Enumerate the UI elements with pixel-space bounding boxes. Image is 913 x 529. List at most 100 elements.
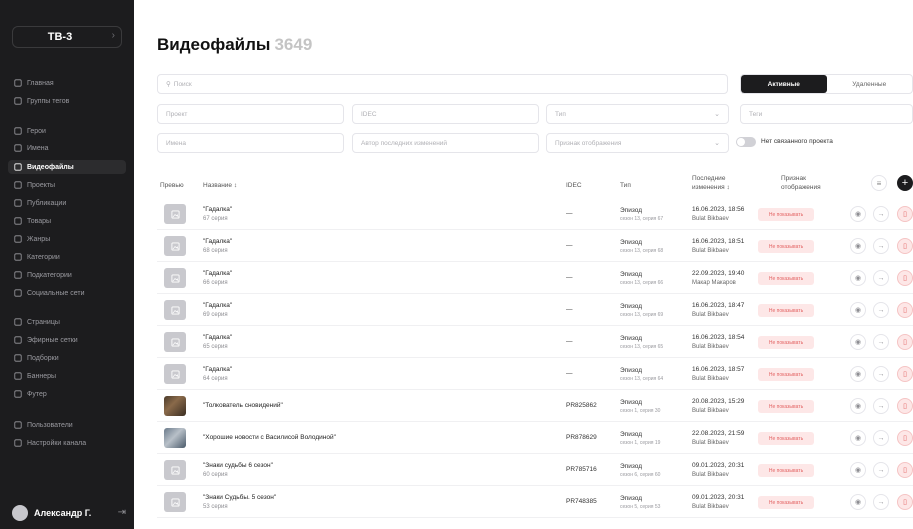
sidebar-item[interactable]: Публикации <box>8 196 126 210</box>
video-icon <box>14 163 22 171</box>
table-row[interactable]: "Знаки судьбы 6 сезон" 60 серия PR785716 Эп… <box>157 454 913 486</box>
preview-button[interactable]: ◉ <box>850 270 866 286</box>
open-button[interactable]: → <box>873 334 889 350</box>
header-name[interactable]: Название ↕ <box>203 181 237 190</box>
search-placeholder: Поиск <box>173 80 192 88</box>
arrow-right-icon: → <box>877 434 885 442</box>
idec-filter[interactable]: IDEC <box>352 104 539 124</box>
preview-button[interactable]: ◉ <box>850 206 866 222</box>
sidebar-item[interactable]: Подкатегории <box>8 268 126 282</box>
delete-button[interactable]: ▯ <box>897 366 913 382</box>
author-filter[interactable]: Автор последних изменений <box>352 133 539 153</box>
video-episode: 69 серия <box>203 312 228 318</box>
tags-filter-label: Теги <box>749 110 763 118</box>
eye-icon: ◉ <box>854 275 862 282</box>
video-name[interactable]: "Хорошие новости с Василисой Володиной" <box>203 434 336 441</box>
video-name[interactable]: "Гадалка" <box>203 238 232 245</box>
delete-button[interactable]: ▯ <box>897 270 913 286</box>
video-name[interactable]: "Знаки Судьбы. 5 сезон" <box>203 494 276 501</box>
open-button[interactable]: → <box>873 462 889 478</box>
video-name[interactable]: "Гадалка" <box>203 270 232 277</box>
preview-button[interactable]: ◉ <box>850 462 866 478</box>
sidebar: ТВ-3 › Главная Группы тегов Герои Имена Виде… <box>0 0 134 529</box>
filter-settings-button[interactable]: ≡ <box>871 175 887 191</box>
video-idec: — <box>566 274 573 281</box>
no-project-toggle[interactable] <box>736 137 756 147</box>
display-flag-select[interactable]: Признак отображения ⌄ <box>546 133 729 153</box>
table-row[interactable]: "Толкователь сновидений" PR825862 Эпизод се… <box>157 390 913 422</box>
trash-icon: ▯ <box>903 467 907 474</box>
open-button[interactable]: → <box>873 398 889 414</box>
preview-button[interactable]: ◉ <box>850 366 866 382</box>
sidebar-item[interactable]: Группы тегов <box>8 94 126 108</box>
table-row[interactable]: "Гадалка" 69 серия — Эпизод сезон 13, серия … <box>157 294 913 326</box>
video-name[interactable]: "Толкователь сновидений" <box>203 402 283 409</box>
sidebar-item[interactable]: Пользователи <box>8 418 126 432</box>
sidebar-item[interactable]: Настройки канала <box>8 436 126 450</box>
table-row[interactable]: "Гадалка" 64 серия — Эпизод сезон 13, серия … <box>157 358 913 390</box>
sidebar-item[interactable]: Футер <box>8 387 126 401</box>
header-changed[interactable]: Последние изменения ↕ <box>692 174 730 192</box>
table-row[interactable]: "Гадалка" 65 серия — Эпизод сезон 13, серия … <box>157 326 913 358</box>
open-button[interactable]: → <box>873 238 889 254</box>
tab-active[interactable]: Активные <box>741 75 827 93</box>
preview-button[interactable]: ◉ <box>850 238 866 254</box>
preview-button[interactable]: ◉ <box>850 302 866 318</box>
sidebar-item[interactable]: Герои <box>8 124 126 138</box>
add-video-button[interactable]: + <box>897 175 913 191</box>
table-row[interactable]: "Хорошие новости с Василисой Володиной" P… <box>157 422 913 454</box>
preview-button[interactable]: ◉ <box>850 398 866 414</box>
sidebar-item[interactable]: Проекты <box>8 178 126 192</box>
video-name[interactable]: "Гадалка" <box>203 366 232 373</box>
table-row[interactable]: "Гадалка" 67 серия — Эпизод сезон 13, серия … <box>157 198 913 230</box>
project-filter[interactable]: Проект <box>157 104 344 124</box>
open-button[interactable]: → <box>873 206 889 222</box>
type-select[interactable]: Тип ⌄ <box>546 104 729 124</box>
sidebar-item-label: Пользователи <box>27 421 73 429</box>
sidebar-item[interactable]: Главная <box>8 76 126 90</box>
sidebar-item[interactable]: Страницы <box>8 315 126 329</box>
delete-button[interactable]: ▯ <box>897 398 913 414</box>
search-input[interactable]: ⚲ Поиск <box>157 74 728 94</box>
sidebar-item[interactable]: Эфирные сетки <box>8 333 126 347</box>
open-button[interactable]: → <box>873 366 889 382</box>
open-button[interactable]: → <box>873 270 889 286</box>
video-name[interactable]: "Гадалка" <box>203 206 232 213</box>
preview-button[interactable]: ◉ <box>850 430 866 446</box>
delete-button[interactable]: ▯ <box>897 238 913 254</box>
channel-switcher[interactable]: ТВ-3 › <box>12 26 122 48</box>
logout-icon[interactable]: ⇥ <box>118 507 126 518</box>
table-row[interactable]: "Гадалка" 66 серия — Эпизод сезон 13, серия … <box>157 262 913 294</box>
delete-button[interactable]: ▯ <box>897 334 913 350</box>
table-row[interactable]: "Гадалка" 68 серия — Эпизод сезон 13, серия … <box>157 230 913 262</box>
preview-thumbnail <box>164 460 186 480</box>
sidebar-item-label: Товары <box>27 217 52 225</box>
sidebar-item[interactable]: Социальные сети <box>8 286 126 300</box>
tags-filter[interactable]: Теги <box>740 104 913 124</box>
sidebar-item[interactable]: Жанры <box>8 232 126 246</box>
preview-button[interactable]: ◉ <box>850 494 866 510</box>
sidebar-item[interactable]: Видеофайлы <box>8 160 126 174</box>
delete-button[interactable]: ▯ <box>897 494 913 510</box>
preview-button[interactable]: ◉ <box>850 334 866 350</box>
sidebar-item[interactable]: Баннеры <box>8 369 126 383</box>
video-name[interactable]: "Гадалка" <box>203 334 232 341</box>
delete-button[interactable]: ▯ <box>897 206 913 222</box>
sidebar-item[interactable]: Товары <box>8 214 126 228</box>
table-row[interactable]: "Знаки Судьбы. 5 сезон" 53 серия PR748385 Э… <box>157 486 913 518</box>
video-name[interactable]: "Знаки судьбы 6 сезон" <box>203 462 273 469</box>
open-button[interactable]: → <box>873 494 889 510</box>
video-name[interactable]: "Гадалка" <box>203 302 232 309</box>
delete-button[interactable]: ▯ <box>897 430 913 446</box>
delete-button[interactable]: ▯ <box>897 462 913 478</box>
video-episode: 66 серия <box>203 280 228 286</box>
delete-button[interactable]: ▯ <box>897 302 913 318</box>
open-button[interactable]: → <box>873 302 889 318</box>
tab-deleted[interactable]: Удаленные <box>827 75 913 93</box>
user-profile[interactable]: Александр Г. ⇥ <box>12 504 128 522</box>
sidebar-item[interactable]: Подборки <box>8 351 126 365</box>
sidebar-item[interactable]: Имена <box>8 141 126 155</box>
sidebar-item[interactable]: Категории <box>8 250 126 264</box>
open-button[interactable]: → <box>873 430 889 446</box>
names-filter[interactable]: Имена <box>157 133 344 153</box>
